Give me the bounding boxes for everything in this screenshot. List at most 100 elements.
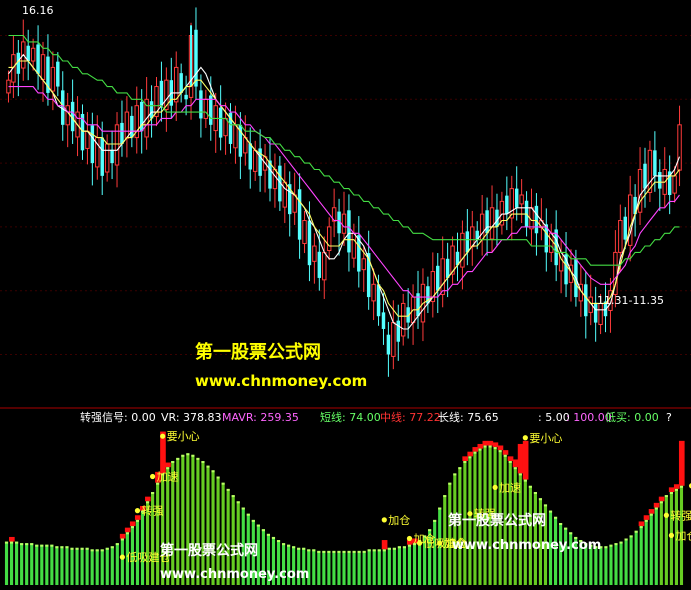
indicator-bar-cap: [40, 544, 44, 547]
indicator-bar-cap: [231, 495, 235, 498]
indicator-bar-cap: [428, 529, 432, 532]
indicator-green-bar: [629, 535, 633, 585]
indicator-red-bar: [507, 456, 514, 461]
indicator-green-bar: [156, 482, 160, 585]
candle-body: [618, 220, 623, 253]
candle-body: [30, 47, 36, 62]
indicator-bar-cap: [382, 549, 386, 552]
signal-dot: [437, 540, 443, 546]
indicator-green-bar: [453, 473, 457, 585]
indicator-green-bar: [604, 546, 608, 585]
candle-body: [223, 117, 228, 137]
indicator-green-bar: [332, 550, 336, 585]
indicator-bar-cap: [367, 549, 371, 552]
indicator-bar-cap: [513, 467, 517, 470]
signal-label: 加仓: [675, 528, 691, 542]
indicator-bar-cap: [528, 485, 532, 488]
candle-body: [104, 143, 110, 173]
indicator-green-bar: [397, 546, 401, 585]
indicator-green-bar: [664, 495, 668, 585]
indicator-bar-cap: [241, 507, 245, 510]
indicator-bar-cap: [100, 549, 104, 552]
signal-dot: [663, 512, 669, 518]
candle-body: [460, 232, 465, 268]
indicator-bar-cap: [488, 445, 492, 448]
indicator-bar-cap: [176, 457, 180, 460]
price-low-label: 11.31-11.35: [597, 294, 664, 307]
signal-dot: [406, 535, 413, 542]
signal-dot: [149, 473, 156, 480]
indicator-bar-cap: [171, 461, 175, 463]
indicator-bar-cap: [20, 543, 24, 546]
indicator-green-bar: [372, 549, 376, 585]
candle-body: [312, 245, 317, 262]
indicator-bar-cap: [674, 488, 679, 491]
signal-label: 要小心: [167, 430, 200, 443]
indicator-bar-cap: [25, 543, 29, 546]
indicator-green-bar: [40, 544, 44, 585]
indicator-red-bar: [653, 502, 660, 508]
price-watermark-url: www.chnmoney.com: [195, 372, 367, 390]
candle-body: [341, 213, 347, 234]
indicator-green-bar: [367, 549, 371, 585]
indicator-red-bar: [678, 440, 685, 486]
signal-dot: [160, 433, 166, 439]
indicator-bar-cap: [634, 530, 638, 533]
indicator-green-bar: [317, 550, 321, 585]
candle-body: [465, 231, 470, 253]
indicator-bar-cap: [135, 519, 140, 522]
indicator-green-bar: [322, 550, 326, 585]
candle-body: [184, 94, 188, 100]
indicator-red-bar: [165, 462, 171, 468]
indicator-red-bar: [517, 443, 524, 474]
indicator-green-bar: [614, 543, 618, 585]
candle-body: [386, 334, 391, 355]
indicator-bar-cap: [276, 540, 281, 543]
indicator-bar-cap: [181, 454, 185, 457]
indicator-bar-cap: [397, 546, 401, 549]
indicator-green-bar: [362, 550, 366, 585]
candle-body: [218, 107, 223, 138]
indicator-green-bar: [105, 547, 109, 585]
indicator-green-bar: [639, 526, 643, 585]
indicator-bar-cap: [669, 492, 673, 494]
indicator-red-bar: [134, 515, 141, 520]
indicator-green-bar: [100, 549, 104, 585]
signal-dot: [416, 540, 423, 546]
indicator-green-bar: [559, 523, 563, 585]
indicator-red-bar: [648, 509, 655, 514]
indicator-bar-cap: [196, 457, 200, 460]
indicator-green-bar: [20, 543, 24, 585]
indicator-bar-cap: [559, 523, 563, 525]
indicator-red-bar: [522, 440, 529, 480]
indicator-green-bar: [115, 543, 119, 585]
candle-body: [50, 66, 56, 92]
candle-body: [317, 251, 322, 278]
candle-body: [672, 175, 677, 194]
candle-body: [396, 320, 401, 342]
indicator-green-bar: [35, 544, 39, 585]
indicator-green-bar: [609, 544, 613, 585]
candle-body: [40, 54, 46, 81]
indicator-header-item: 转强信号: 0.00: [80, 410, 156, 424]
indicator-green-bar: [352, 550, 356, 585]
indicator-bar-cap: [271, 536, 276, 539]
candle-body: [56, 61, 60, 87]
indicator-red-bar: [502, 450, 509, 455]
candle-body: [149, 101, 154, 119]
signal-dot: [668, 532, 675, 539]
indicator-red-bar: [467, 451, 474, 457]
indicator-header-item: VR: 378.83: [161, 411, 222, 424]
indicator-bar-cap: [609, 544, 613, 547]
indicator-green-bar: [342, 550, 346, 585]
indicator-bar-cap: [644, 519, 648, 522]
indicator-green-bar: [523, 479, 527, 585]
indicator-bar-cap: [659, 501, 663, 504]
indicator-green-bar: [659, 501, 663, 585]
indicator-red-bar: [129, 521, 136, 527]
indicator-bar-cap: [236, 501, 240, 504]
signal-label: 加速: [157, 471, 179, 484]
indicator-bar-cap: [221, 482, 225, 485]
candle-body: [371, 283, 376, 302]
indicator-bar-cap: [402, 546, 407, 549]
